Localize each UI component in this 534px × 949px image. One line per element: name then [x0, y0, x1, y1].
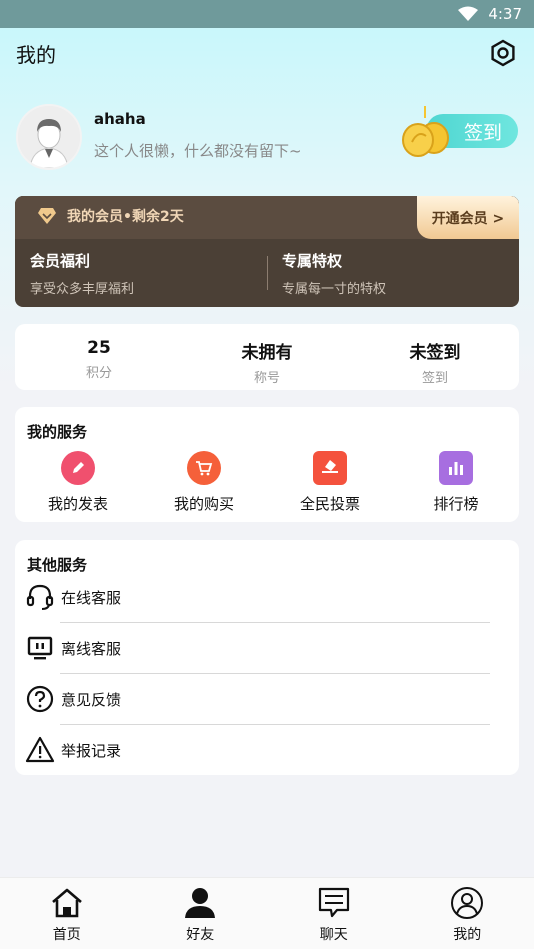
vip-benefit-desc: 享受众多丰厚福利: [30, 282, 135, 297]
other-label: 意见反馈: [61, 690, 122, 709]
gear-icon[interactable]: [488, 38, 518, 68]
tab-label: 首页: [52, 927, 81, 943]
tab-label: 好友: [186, 927, 215, 943]
username: ahaha: [94, 110, 146, 128]
diamond-icon: [38, 208, 56, 224]
vip-privilege-desc: 专属每一寸的特权: [282, 282, 387, 297]
home-icon: [51, 888, 82, 918]
other-services-card: 其他服务 在线客服 离线客服 意见反馈 举报记录: [15, 540, 519, 775]
stat-points[interactable]: 25 积分: [15, 324, 183, 390]
other-label: 在线客服: [61, 588, 122, 607]
tab-me[interactable]: 我的: [401, 878, 534, 949]
services-row: 我的发表 我的购买 全民投票 排行榜: [15, 451, 519, 514]
service-label: 全民投票: [299, 495, 360, 513]
headset-icon: [26, 584, 54, 610]
monitor-icon: [27, 636, 53, 660]
my-services-card: 我的服务 我的发表 我的购买 全民投票 排行榜: [15, 407, 519, 522]
service-my-posts[interactable]: 我的发表: [15, 451, 141, 514]
stat-value: 未拥有: [241, 343, 293, 363]
status-bar: 4:37: [0, 0, 534, 28]
stat-value: 未签到: [409, 343, 461, 363]
wifi-icon: [458, 6, 479, 21]
other-label: 离线客服: [61, 639, 122, 658]
stat-label: 签到: [421, 371, 448, 386]
other-label: 举报记录: [61, 741, 122, 760]
warning-icon: [25, 736, 55, 763]
stats-card: 25 积分 未拥有 称号 未签到 签到: [15, 324, 519, 390]
chat-icon: [318, 887, 349, 918]
open-vip-button[interactable]: 开通会员 >: [417, 196, 519, 239]
tab-label: 我的: [453, 927, 482, 943]
stat-signin[interactable]: 未签到 签到: [351, 324, 519, 390]
tab-label: 聊天: [319, 927, 348, 943]
service-ranking[interactable]: 排行榜: [393, 451, 519, 514]
status-time: 4:37: [488, 5, 522, 23]
page-title: 我的: [16, 42, 56, 67]
tab-home[interactable]: 首页: [0, 878, 134, 949]
vip-divider: [267, 256, 268, 290]
vip-privilege-title: 专属特权: [282, 252, 343, 270]
user-bio: 这个人很懒，什么都没有留下~: [94, 142, 302, 160]
vip-remaining: 我的会员•剩余2天: [67, 209, 184, 225]
service-my-purchases[interactable]: 我的购买: [141, 451, 267, 514]
service-label: 我的发表: [47, 495, 108, 513]
service-label: 排行榜: [433, 495, 479, 513]
stat-title[interactable]: 未拥有 称号: [183, 324, 351, 390]
vip-benefit[interactable]: 会员福利 享受众多丰厚福利: [30, 250, 134, 297]
vip-privilege[interactable]: 专属特权 专属每一寸的特权: [282, 250, 386, 297]
vip-card: 我的会员•剩余2天 开通会员 > 会员福利 享受众多丰厚福利 专属特权 专属每一…: [15, 196, 519, 307]
online-support-item[interactable]: 在线客服: [25, 572, 485, 622]
profile-icon: [451, 887, 484, 919]
vote-icon: [313, 451, 347, 485]
report-records-item[interactable]: 举报记录: [25, 725, 485, 775]
tab-chat[interactable]: 聊天: [267, 878, 401, 949]
bar-chart-icon: [439, 451, 473, 485]
avatar[interactable]: [16, 104, 82, 170]
stat-label: 称号: [253, 371, 280, 386]
question-icon: [26, 685, 54, 713]
tab-friends[interactable]: 好友: [134, 878, 268, 949]
stat-value: 25: [87, 338, 111, 358]
person-icon: [185, 888, 216, 918]
feedback-item[interactable]: 意见反馈: [25, 674, 485, 724]
service-vote[interactable]: 全民投票: [267, 451, 393, 514]
sign-in-label: 签到: [463, 121, 502, 144]
cart-icon: [187, 451, 221, 485]
services-title: 我的服务: [27, 423, 88, 441]
top-bar: 我的: [0, 28, 534, 78]
stat-label: 积分: [85, 366, 112, 381]
coins-icon: [402, 106, 449, 157]
profile-section: ahaha 这个人很懒，什么都没有留下~ 签到: [16, 104, 518, 174]
service-label: 我的购买: [173, 495, 234, 513]
bottom-tab-bar: 首页 好友 聊天 我的: [0, 877, 534, 949]
vip-title: 我的会员•剩余2天: [37, 206, 184, 226]
vip-benefit-title: 会员福利: [30, 252, 91, 270]
pencil-icon: [61, 451, 95, 485]
offline-support-item[interactable]: 离线客服: [25, 623, 485, 673]
